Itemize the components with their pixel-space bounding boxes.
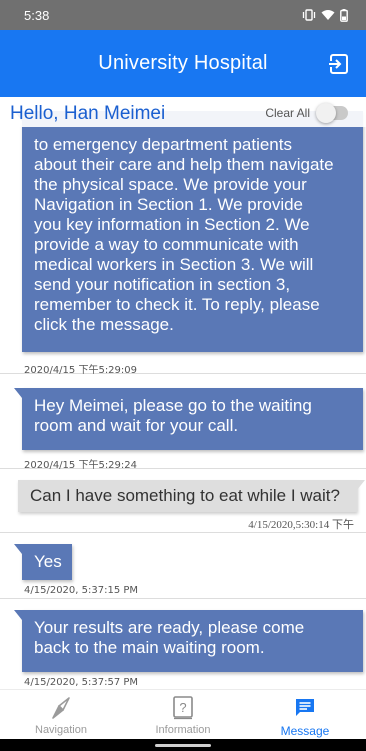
status-bar: 5:38	[0, 0, 366, 30]
message-item[interactable]: to emergency department patients about t…	[0, 97, 366, 376]
nav-item-message[interactable]: Message	[244, 690, 366, 739]
message-bubble[interactable]: to emergency department patients about t…	[14, 111, 363, 352]
home-gesture-handle[interactable]	[155, 744, 211, 747]
greeting-text: Hello, Han Meimei	[10, 103, 166, 124]
message-line: click the message.	[34, 315, 174, 334]
clear-all-control[interactable]: Clear All	[265, 103, 348, 123]
nav-item-information[interactable]: ? Information	[122, 690, 244, 739]
nav-label: Information	[155, 724, 211, 736]
message-bubble[interactable]: Yes	[14, 544, 72, 580]
message-icon	[296, 699, 314, 716]
nav-label: Message	[280, 724, 330, 738]
message-bubble[interactable]: Can I have something to eat while I wait…	[18, 480, 365, 512]
clear-all-label: Clear All	[265, 106, 310, 120]
message-timestamp: 4/15/2020, 5:37:15 PM	[24, 585, 139, 596]
message-line: remember to check it. To reply, please	[34, 295, 320, 314]
message-item[interactable]: Yes 4/15/2020, 5:37:15 PM	[0, 533, 366, 599]
clear-all-toggle[interactable]	[316, 103, 348, 123]
message-line: medical workers in Section 3. We will	[34, 255, 314, 274]
greeting-row: Hello, Han Meimei Clear All	[0, 97, 366, 127]
message-line: about their care and help them navigate	[34, 155, 334, 174]
message-item[interactable]: Your results are ready, please come back…	[0, 599, 366, 689]
message-line: Yes	[34, 552, 62, 571]
status-icons	[302, 8, 348, 22]
page-title: University Hospital	[98, 52, 268, 74]
logout-icon	[328, 54, 348, 74]
message-line: you key information in Section 2. We	[34, 215, 310, 234]
message-line: room and wait for your call.	[34, 416, 239, 435]
message-timestamp: 4/15/2020, 5:37:57 PM	[24, 677, 139, 688]
question-icon: ?	[173, 696, 193, 720]
battery-icon	[340, 8, 348, 22]
message-line: Your results are ready, please come	[34, 618, 305, 637]
message-line: to emergency department patients	[34, 135, 292, 154]
app-bar: University Hospital	[0, 30, 366, 97]
message-line: provide a way to communicate with	[34, 235, 299, 254]
bottom-nav: Navigation ? Information Message	[0, 689, 366, 739]
message-line: back to the main waiting room.	[34, 638, 265, 657]
wifi-icon	[321, 10, 335, 20]
nav-item-navigation[interactable]: Navigation	[0, 690, 122, 739]
svg-text:?: ?	[179, 700, 186, 715]
message-line: Can I have something to eat while I wait…	[30, 486, 340, 505]
message-bubble[interactable]: Hey Meimei, please go to the waiting roo…	[14, 388, 363, 450]
message-line: Hey Meimei, please go to the waiting	[34, 396, 312, 415]
message-bubble[interactable]: Your results are ready, please come back…	[14, 610, 363, 672]
gesture-bar	[0, 739, 366, 751]
logout-button[interactable]	[326, 51, 352, 77]
compass-icon	[52, 697, 70, 719]
message-line: the physical space. We provide your	[34, 175, 307, 194]
nav-label: Navigation	[35, 724, 87, 736]
message-item[interactable]: Can I have something to eat while I wait…	[0, 469, 366, 533]
vibrate-icon	[302, 9, 316, 21]
status-time: 5:38	[24, 7, 50, 23]
message-list-area[interactable]: to emergency department patients about t…	[0, 97, 366, 689]
message-line: send your notification in section 3,	[34, 275, 291, 294]
message-item[interactable]: Hey Meimei, please go to the waiting roo…	[0, 374, 366, 471]
message-timestamp: 4/15/2020,5:30:14 下午	[248, 519, 354, 531]
message-line: Navigation in Section 1. We provide	[34, 195, 304, 214]
